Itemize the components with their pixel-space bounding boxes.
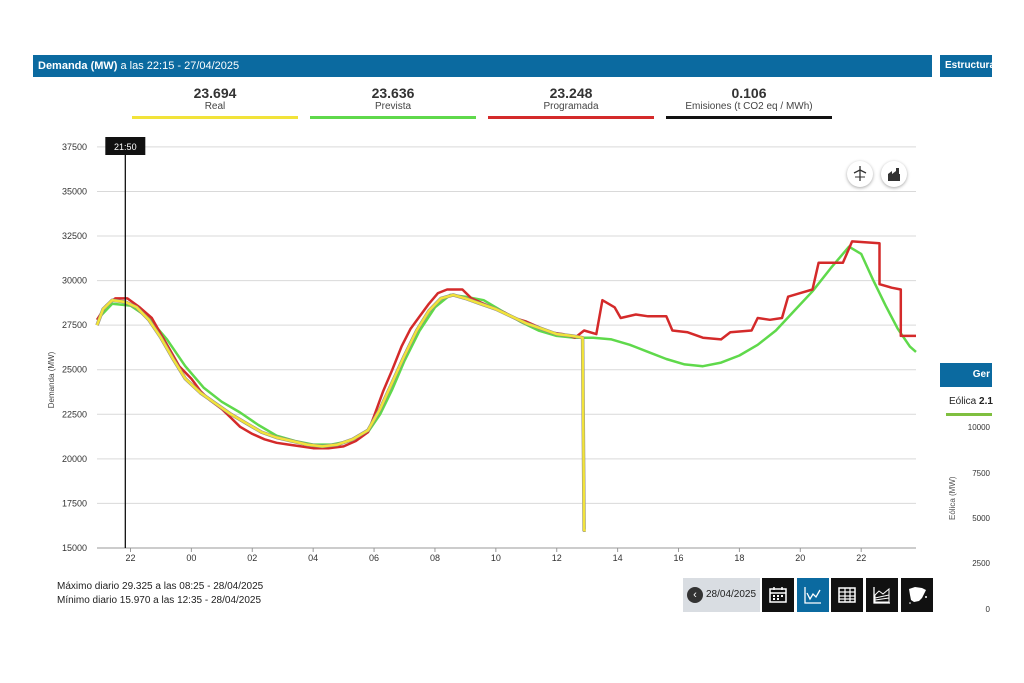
y-tick-label: 35000 — [62, 186, 87, 196]
eolica-value: 2.1 — [979, 396, 993, 407]
x-tick-label: 06 — [369, 553, 379, 563]
y-tick-label: 25000 — [62, 365, 87, 375]
daily-max: Máximo diario 29.325 a las 08:25 - 28/04… — [57, 581, 264, 592]
series-prevista-line — [96, 245, 917, 446]
area-chart-button[interactable] — [866, 578, 898, 612]
x-tick-label: 14 — [613, 553, 623, 563]
line-chart-icon — [804, 587, 821, 604]
wind-turbine-icon — [853, 166, 867, 181]
x-tick-label: 20 — [795, 553, 805, 563]
date-selector[interactable]: ‹ 28/04/2025 — [683, 578, 760, 612]
series-real-line — [95, 293, 586, 532]
wind-turbine-button[interactable] — [847, 161, 873, 187]
calendar-button[interactable] — [762, 578, 794, 612]
x-tick-label: 18 — [734, 553, 744, 563]
y-tick-label: 30000 — [62, 276, 87, 286]
x-tick-label: 02 — [247, 553, 257, 563]
eolica-y-label: Eólica (MW) — [948, 476, 957, 520]
factory-icon — [888, 168, 900, 181]
eolica-tick: 0 — [985, 605, 990, 614]
eolica-tick: 7500 — [972, 469, 990, 478]
y-tick-label: 22500 — [62, 409, 87, 419]
generation-header: Ger — [940, 363, 992, 387]
spain-map-button[interactable] — [901, 578, 933, 612]
y-tick-label: 27500 — [62, 320, 87, 330]
eolica-tick: 2500 — [972, 559, 990, 568]
series-programada-line — [95, 240, 916, 450]
eolica-tick: 10000 — [967, 423, 990, 432]
y-tick-label: 17500 — [62, 498, 87, 508]
eolica-legend-bar — [946, 413, 992, 416]
x-tick-label: 12 — [552, 553, 562, 563]
table-button[interactable] — [831, 578, 863, 612]
date-text: 28/04/2025 — [706, 589, 757, 600]
y-tick-label: 32500 — [62, 231, 87, 241]
x-tick-label: 04 — [308, 553, 318, 563]
eolica-tick: 5000 — [972, 514, 990, 523]
eolica-legend: Eólica 2.1 — [949, 396, 993, 407]
eolica-label: Eólica — [949, 396, 977, 407]
spain-map-icon — [909, 587, 927, 604]
y-tick-label: 15000 — [62, 543, 87, 553]
cursor-label: 21:50 — [114, 142, 137, 152]
daily-min: Mínimo diario 15.970 a las 12:35 - 28/04… — [57, 595, 262, 606]
series-real-shadow — [95, 293, 586, 532]
calendar-icon — [769, 587, 787, 603]
x-tick-label: 10 — [491, 553, 501, 563]
x-tick-label: 16 — [674, 553, 684, 563]
line-chart-button[interactable] — [797, 578, 829, 612]
table-icon — [838, 587, 856, 603]
x-tick-label: 22 — [125, 553, 135, 563]
x-tick-label: 00 — [186, 553, 196, 563]
y-axis-label: Demanda (MW) — [47, 351, 56, 408]
factory-button[interactable] — [881, 161, 907, 187]
x-tick-label: 22 — [856, 553, 866, 563]
y-tick-label: 20000 — [62, 454, 87, 464]
x-tick-label: 08 — [430, 553, 440, 563]
chevron-left-icon[interactable]: ‹ — [687, 587, 703, 603]
area-chart-icon — [873, 587, 890, 604]
y-tick-label: 37500 — [62, 142, 87, 152]
